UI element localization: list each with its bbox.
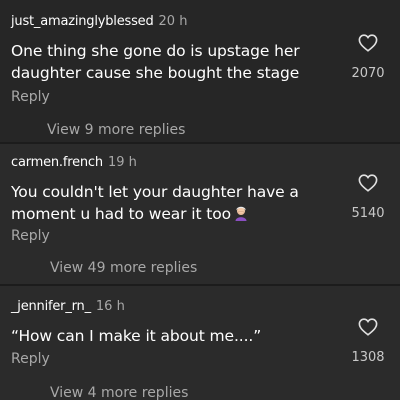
- like-button[interactable]: 2070: [346, 34, 390, 81]
- comment-item: just_amazinglyblessed 20 h One thing she …: [0, 0, 400, 142]
- comment-text: One thing she gone do is upstage her dau…: [11, 40, 341, 84]
- view-more-replies-link[interactable]: View 4 more replies: [50, 385, 188, 400]
- like-count: 1308: [351, 350, 385, 365]
- reply-button[interactable]: Reply: [11, 89, 50, 105]
- view-more-replies-link[interactable]: View 49 more replies: [50, 260, 197, 276]
- comment-text-line: One thing she gone do is upstage her: [11, 42, 300, 60]
- like-count: 5140: [351, 206, 385, 221]
- comment-item: carmen.french 19 h You couldn't let your …: [0, 144, 400, 284]
- comment-header: just_amazinglyblessed 20 h: [11, 14, 187, 29]
- view-more-replies-link[interactable]: View 9 more replies: [47, 122, 185, 138]
- comment-timestamp: 19 h: [107, 155, 137, 170]
- heart-outline-icon[interactable]: [358, 318, 378, 336]
- comment-item: _jennifer_rn_ 16 h “How can I make it abo…: [0, 286, 400, 400]
- reply-button[interactable]: Reply: [11, 351, 50, 367]
- comment-text: “How can I make it about me....”: [11, 325, 341, 347]
- like-count: 2070: [351, 66, 385, 81]
- comments-list: just_amazinglyblessed 20 h One thing she …: [0, 0, 400, 400]
- comment-timestamp: 16 h: [95, 299, 125, 314]
- woman-facepalming-emoji: [235, 206, 247, 221]
- comment-username[interactable]: just_amazinglyblessed: [11, 14, 154, 29]
- comment-text-line: You couldn't let your daughter have a: [11, 183, 299, 201]
- comment-username[interactable]: _jennifer_rn_: [11, 299, 91, 314]
- like-button[interactable]: 1308: [346, 318, 390, 365]
- comment-header: _jennifer_rn_ 16 h: [11, 299, 125, 314]
- comment-header: carmen.french 19 h: [11, 155, 137, 170]
- comment-username[interactable]: carmen.french: [11, 155, 103, 170]
- like-button[interactable]: 5140: [346, 174, 390, 221]
- comment-text-line: daughter cause she bought the stage: [11, 64, 300, 82]
- comment-text: You couldn't let your daughter have a mo…: [11, 181, 341, 225]
- reply-button[interactable]: Reply: [11, 228, 50, 244]
- heart-outline-icon[interactable]: [358, 174, 378, 192]
- heart-outline-icon[interactable]: [358, 34, 378, 52]
- comment-text-line: moment u had to wear it too: [11, 203, 341, 225]
- comment-text-fragment: moment u had to wear it too: [11, 205, 232, 223]
- comment-text-line: “How can I make it about me....”: [11, 327, 262, 345]
- comment-timestamp: 20 h: [158, 14, 188, 29]
